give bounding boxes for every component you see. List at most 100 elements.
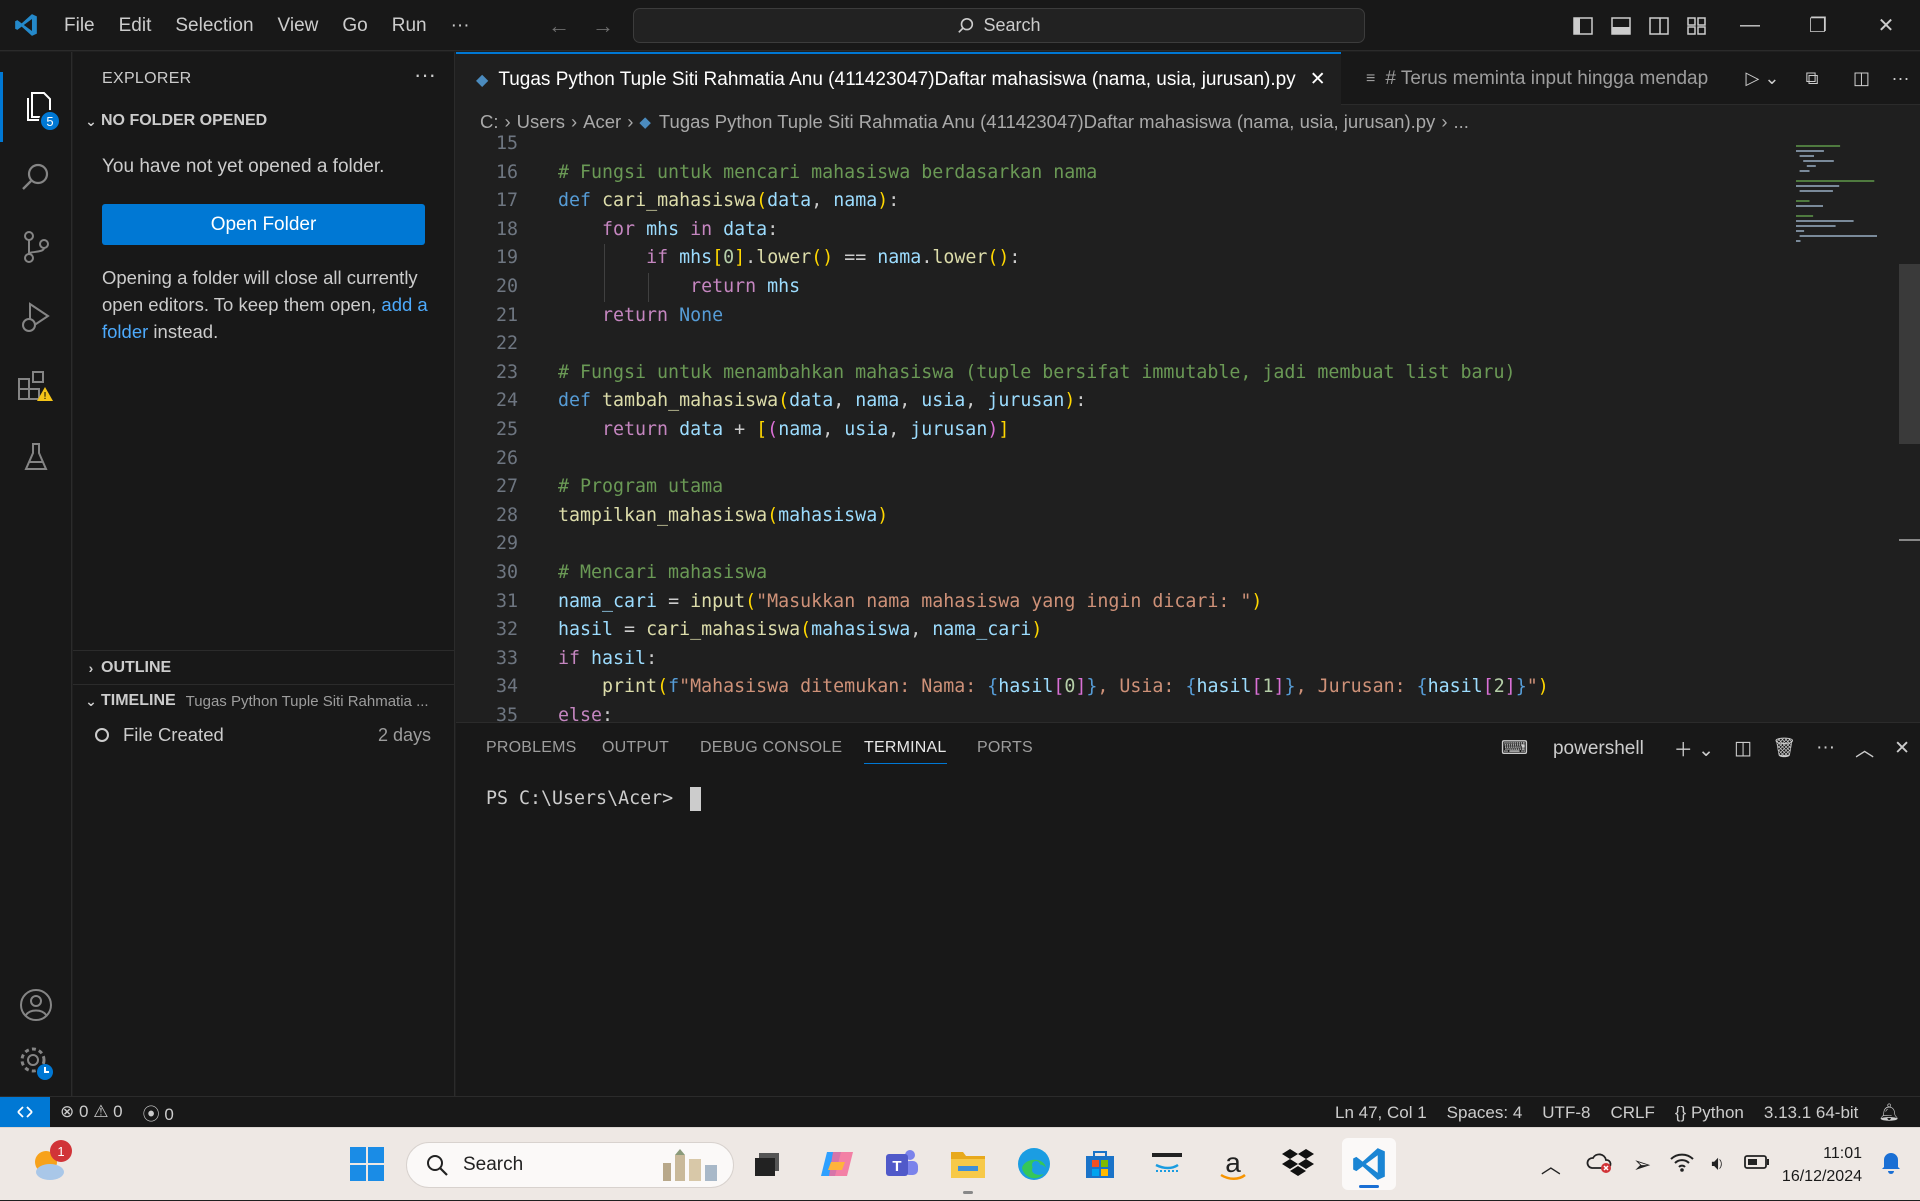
open-preview-icon[interactable]: ⧉ [1782,68,1842,89]
forward-arrow-icon[interactable]: → [592,13,614,39]
explorer-activity[interactable]: 5 [0,72,72,142]
weather-widget[interactable]: 1 [26,1140,72,1186]
dropbox-button[interactable] [1276,1142,1320,1186]
teams-button[interactable]: T [880,1142,924,1186]
menu-more[interactable]: ··· [439,0,482,51]
clock[interactable]: 11:01 16/12/2024 [1782,1142,1872,1188]
extensions-activity[interactable]: ! [0,352,72,422]
back-arrow-icon[interactable]: ← [548,13,570,39]
no-folder-section-header[interactable]: ⌄ NO FOLDER OPENED [73,106,455,136]
customize-layout-icon[interactable] [1678,0,1716,51]
battery-icon[interactable] [1732,1154,1782,1175]
toggle-primary-sidebar-icon[interactable] [1564,0,1602,51]
minimize-icon[interactable]: — [1716,0,1784,51]
breadcrumb-drive[interactable]: C: [480,111,499,133]
tab-active-file[interactable]: ◆ Tugas Python Tuple Siti Rahmatia Anu (… [456,52,1341,105]
line-text: if hasil: [558,647,658,669]
location-icon[interactable]: ➢ [1623,1152,1661,1178]
tab-terminal[interactable]: TERMINAL [864,739,947,764]
tab-debug-console[interactable]: DEBUG CONSOLE [700,739,842,757]
timeline-entry-age: 2 days [377,724,431,745]
show-hidden-icons-icon[interactable]: ︿ [1527,1150,1575,1179]
menu-go[interactable]: Go [330,0,379,51]
split-editor-icon[interactable]: ◫ [1842,68,1881,89]
maximize-panel-icon[interactable]: ︿ [1845,735,1884,762]
minimap[interactable] [1792,134,1892,254]
run-debug-activity[interactable] [0,282,72,352]
copilot-button[interactable] [815,1142,859,1186]
new-terminal-icon[interactable]: ＋ ⌄ [1664,735,1724,762]
problems-indicator[interactable]: ⊗ 0 ⚠ 0 [50,1102,133,1122]
amazon-prime-button[interactable] [1145,1142,1189,1186]
python-file-icon: ◆ [476,71,489,89]
tab-problems[interactable]: PROBLEMS [486,739,577,757]
breadcrumb-symbols[interactable]: ... [1453,111,1468,133]
menu-run[interactable]: Run [380,0,439,51]
file-encoding[interactable]: UTF-8 [1532,1103,1600,1123]
breadcrumb-file[interactable]: Tugas Python Tuple Siti Rahmatia Anu (41… [659,111,1435,133]
toggle-secondary-sidebar-icon[interactable] [1640,0,1678,51]
end-of-line[interactable]: CRLF [1600,1103,1664,1123]
no-folder-message: You have not yet opened a folder. [102,156,385,177]
tab-ports[interactable]: PORTS [977,739,1033,757]
cloud-error-icon[interactable] [1575,1150,1623,1179]
restore-icon[interactable]: ❐ [1784,0,1852,51]
indentation[interactable]: Spaces: 4 [1437,1103,1533,1123]
edge-button[interactable] [1012,1142,1056,1186]
testing-activity[interactable] [0,422,72,492]
breadcrumb-users[interactable]: Users [517,111,565,133]
trash-icon[interactable]: 🗑 [1762,736,1806,760]
taskbar-search[interactable]: Search [406,1142,734,1188]
manage-activity[interactable] [0,1028,72,1098]
panel-more-icon[interactable]: ··· [1806,737,1845,759]
chevron-right-icon: › [88,660,94,676]
remote-indicator[interactable] [0,1096,50,1128]
menu-selection[interactable]: Selection [163,0,265,51]
cursor-position[interactable]: Ln 47, Col 1 [1325,1103,1437,1123]
code-editor[interactable]: 15 16 # Fungsi untuk mencari mahasiswa ber… [456,134,1920,722]
split-terminal-icon[interactable]: ◫ [1724,737,1762,760]
notifications-bell-icon[interactable]: 🔔︎ [1868,1103,1920,1123]
command-center-search[interactable]: Search [633,8,1365,43]
language-mode[interactable]: {} Python [1665,1103,1754,1123]
editor-scrollbar[interactable] [1899,264,1920,444]
tab-second-file[interactable]: ≡ # Terus meminta input hingga mendap [1346,52,1731,105]
tab-output[interactable]: OUTPUT [602,739,669,757]
volume-icon[interactable]: 🔉︎ [1703,1153,1732,1176]
close-window-icon[interactable]: ✕ [1852,0,1920,51]
terminal-shell-selector[interactable]: ⌨ powershell [1481,737,1664,760]
line-number: 19 [495,247,518,269]
close-tab-icon[interactable]: ✕ [1310,68,1326,91]
amazon-button[interactable]: a [1211,1142,1255,1186]
more-actions-icon[interactable]: ··· [414,62,436,88]
toggle-panel-icon[interactable] [1602,0,1640,51]
menu-view[interactable]: View [266,0,331,51]
search-activity[interactable] [0,142,72,212]
code-line: 25 return data + [(nama, usia, jurusan)] [456,416,1776,445]
wifi-icon[interactable] [1661,1151,1703,1178]
run-file-icon[interactable]: ▷ ⌄ [1743,68,1782,89]
ports-indicator[interactable]: ⦿ 0 [133,1100,184,1125]
editor-more-icon[interactable]: ··· [1881,68,1920,89]
start-button[interactable] [345,1142,389,1186]
minimap-line [1796,205,1823,207]
timeline-section-header[interactable]: ⌄ TIMELINE Tugas Python Tuple Siti Rahma… [73,686,455,716]
file-explorer-button[interactable] [946,1142,990,1194]
outline-section-header[interactable]: › OUTLINE [73,653,455,683]
microsoft-store-button[interactable] [1078,1142,1122,1186]
timeline-entry[interactable]: File Created 2 days [73,718,455,752]
line-number: 30 [495,562,518,583]
python-interpreter[interactable]: 3.13.1 64-bit [1754,1103,1869,1123]
menu-file[interactable]: File [52,0,107,51]
close-panel-icon[interactable]: ✕ [1884,737,1920,760]
menu-edit[interactable]: Edit [107,0,164,51]
vscode-taskbar-button[interactable] [1342,1138,1396,1190]
timeline-file: Tugas Python Tuple Siti Rahmatia ... [185,692,429,710]
source-control-activity[interactable] [0,212,72,282]
terminal-output[interactable]: PS C:\Users\Acer> [486,787,702,811]
notification-center-icon[interactable] [1872,1150,1920,1179]
line-number: 22 [495,333,518,355]
breadcrumb-acer[interactable]: Acer [583,111,621,133]
open-folder-button[interactable]: Open Folder [102,204,425,245]
task-view-button[interactable] [746,1142,790,1186]
